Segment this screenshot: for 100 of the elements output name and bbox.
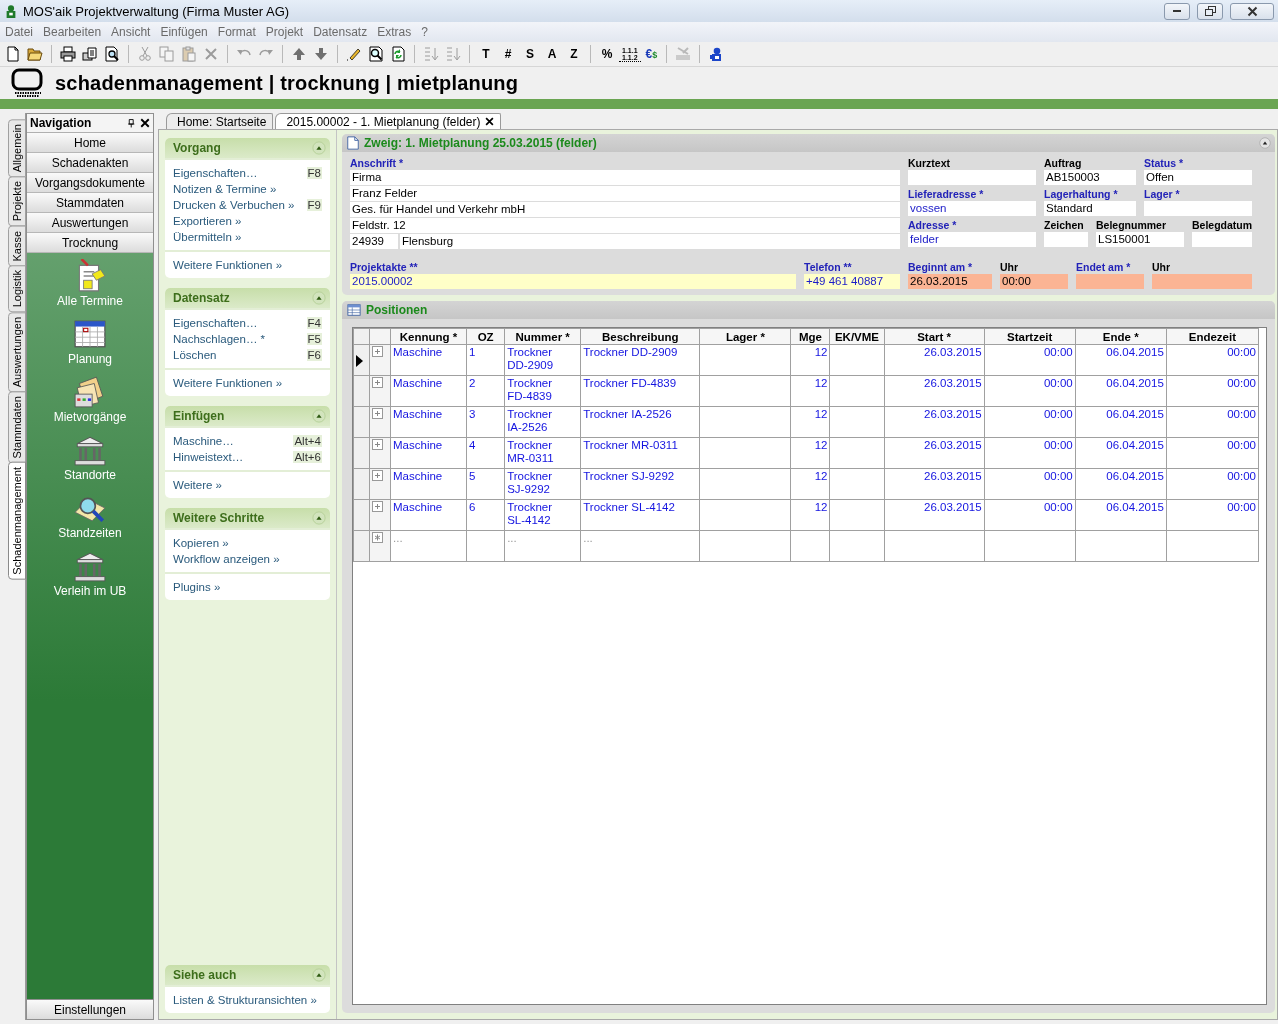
document-tab[interactable]: Home: Startseite [166,113,274,129]
task-link[interactable]: Löschen [173,349,217,361]
text-field[interactable] [1192,232,1252,247]
task-link[interactable]: Eigenschaften… [173,167,258,179]
column-header[interactable]: Endezeit [1166,328,1259,345]
side-tab[interactable]: Logistik [8,265,26,313]
side-tab[interactable]: Allgemein [8,119,26,178]
toolbar-button[interactable]: % [597,47,617,61]
task-link[interactable]: Plugins » [173,581,221,593]
nav-item[interactable]: Mietvorgänge [53,375,127,433]
task-link[interactable]: Weitere Funktionen » [173,259,283,271]
nav-button[interactable]: Schadenakten [27,153,153,173]
text-field[interactable]: AB150003 [1044,170,1136,185]
text-field[interactable] [908,170,1036,185]
expand-icon[interactable] [372,470,383,481]
nav-button[interactable]: Vorgangsdokumente [27,173,153,193]
toolbar-button[interactable]: A [542,47,562,61]
column-header[interactable]: Lager * [699,328,791,345]
expand-icon[interactable] [372,501,383,512]
search-icon[interactable] [368,46,384,62]
task-link[interactable]: Notizen & Termine » [173,183,277,195]
nav-button[interactable]: Home [27,133,153,153]
toolbar-button[interactable]: Z [564,47,584,61]
close-button[interactable] [1230,2,1274,20]
menu-item[interactable]: Bearbeiten [38,25,107,39]
task-link[interactable]: Kopieren » [173,537,229,549]
nav-button[interactable]: Auswertungen [27,213,153,233]
close-icon[interactable] [484,117,494,126]
print-preview-icon[interactable] [104,46,120,62]
collapse-icon[interactable] [312,409,326,423]
text-field[interactable]: Franz Felder [350,186,900,201]
column-header[interactable]: Beschreibung [580,328,700,345]
expand-icon[interactable] [372,346,383,357]
nav-item[interactable]: Planung [67,317,112,375]
settings-button[interactable]: Einstellungen [27,999,153,1019]
text-field[interactable]: Ges. für Handel und Verkehr mbH [350,202,900,217]
task-link[interactable]: Weitere » [173,479,222,491]
column-header[interactable]: Startzeit [984,328,1076,345]
new-row-icon[interactable] [372,532,383,543]
task-link[interactable]: Übermitteln » [173,231,242,243]
side-tab[interactable]: Stammdaten [8,390,26,464]
collapse-icon[interactable] [312,968,326,982]
text-field[interactable]: LS150001 [1096,232,1184,247]
task-link[interactable]: Eigenschaften… [173,317,258,329]
text-field[interactable]: Offen [1144,170,1252,185]
nav-item[interactable]: Standzeiten [58,491,122,549]
row-selector[interactable] [353,344,370,376]
text-field[interactable] [1044,232,1088,247]
text-field[interactable]: +49 461 40887 [804,274,900,289]
column-header[interactable]: OZ [466,328,505,345]
task-link[interactable]: Drucken & Verbuchen » [173,199,295,211]
column-header[interactable]: EK/VME [829,328,884,345]
menu-item[interactable]: Ansicht [106,25,156,39]
task-link[interactable]: Workflow anzeigen » [173,553,280,565]
text-field[interactable]: Flensburg [400,234,900,249]
toolbar-button[interactable]: €$ [642,47,661,61]
nav-button[interactable]: Trocknung [27,233,153,253]
task-link[interactable]: Hinweistext… [173,451,244,463]
expand-icon[interactable] [372,377,383,388]
collapse-icon[interactable] [1259,137,1271,149]
column-header[interactable]: Kennung * [390,328,467,345]
nav-item[interactable]: Verleih im UB [53,549,127,607]
document-tab[interactable]: 2015.00002 - 1. Mietplanung (felder) [275,113,501,129]
refresh-icon[interactable] [390,46,406,62]
menu-item[interactable]: ? [416,25,433,39]
text-field[interactable]: 24939 [350,234,398,249]
pencil-icon[interactable] [346,46,362,62]
task-link[interactable]: Listen & Strukturansichten » [173,994,317,1006]
close-icon[interactable] [140,118,150,128]
side-tab[interactable]: Projekte [8,176,26,227]
text-field[interactable]: Standard [1044,201,1136,216]
menu-item[interactable]: Extras [372,25,417,39]
maximize-button[interactable] [1197,2,1223,20]
toolbar-button[interactable]: S [520,47,540,61]
text-field[interactable]: Feldstr. 12 [350,218,900,233]
nav-button[interactable]: Stammdaten [27,193,153,213]
text-field[interactable] [1144,201,1252,216]
side-tab[interactable]: Kasse [8,225,26,267]
text-field[interactable]: Firma [350,170,900,185]
task-link[interactable]: Maschine… [173,435,234,447]
menu-item[interactable]: Datei [0,25,38,39]
column-header[interactable]: Nummer * [504,328,581,345]
collapse-icon[interactable] [312,141,326,155]
menu-item[interactable]: Projekt [260,25,309,39]
document-stack-icon[interactable] [82,46,98,62]
expand-icon[interactable] [372,439,383,450]
side-tab[interactable]: Auswertungen [8,311,26,392]
new-document-icon[interactable] [5,46,21,62]
expand-icon[interactable] [372,408,383,419]
menu-item[interactable]: Format [212,25,261,39]
toolbar-button[interactable]: # [498,47,518,61]
minimize-button[interactable] [1164,2,1190,20]
column-header[interactable]: Mge [790,328,830,345]
text-field[interactable]: 00:00 [1000,274,1068,289]
arrow-up-icon[interactable] [291,46,307,62]
collapse-icon[interactable] [312,291,326,305]
pin-icon[interactable] [127,117,136,129]
task-link[interactable]: Nachschlagen… * [173,333,266,345]
nav-item[interactable]: Standorte [63,433,116,491]
side-tab[interactable]: Schadenmanagement [8,462,26,580]
